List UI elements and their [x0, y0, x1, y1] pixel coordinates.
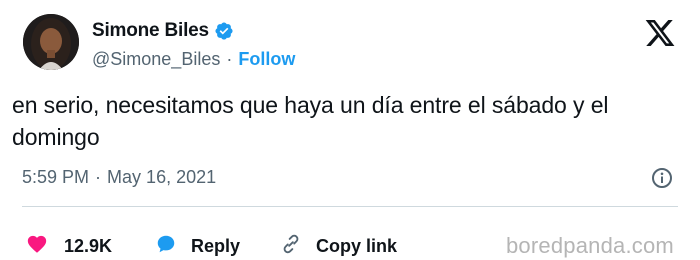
author-handle[interactable]: @Simone_Biles: [92, 49, 220, 70]
divider: [22, 206, 678, 207]
author-name[interactable]: Simone Biles: [92, 20, 209, 42]
tweet-time[interactable]: 5:59 PM: [22, 167, 89, 188]
follow-button[interactable]: Follow: [238, 49, 295, 70]
copy-link-label: Copy link: [316, 236, 398, 256]
x-logo-icon[interactable]: [643, 17, 677, 49]
info-icon[interactable]: [650, 166, 674, 190]
tweet-text: en serio, necesitamos que haya un día en…: [12, 92, 609, 150]
meta-separator: ·: [95, 167, 102, 187]
avatar[interactable]: [23, 14, 79, 70]
watermark: boredpanda.com: [506, 233, 674, 258]
tweet-date[interactable]: May 16, 2021: [107, 167, 216, 188]
verified-badge-icon: [214, 21, 234, 41]
handle-separator: ·: [226, 49, 233, 69]
like-count: 12.9K: [64, 236, 113, 256]
reply-label: Reply: [191, 236, 241, 256]
